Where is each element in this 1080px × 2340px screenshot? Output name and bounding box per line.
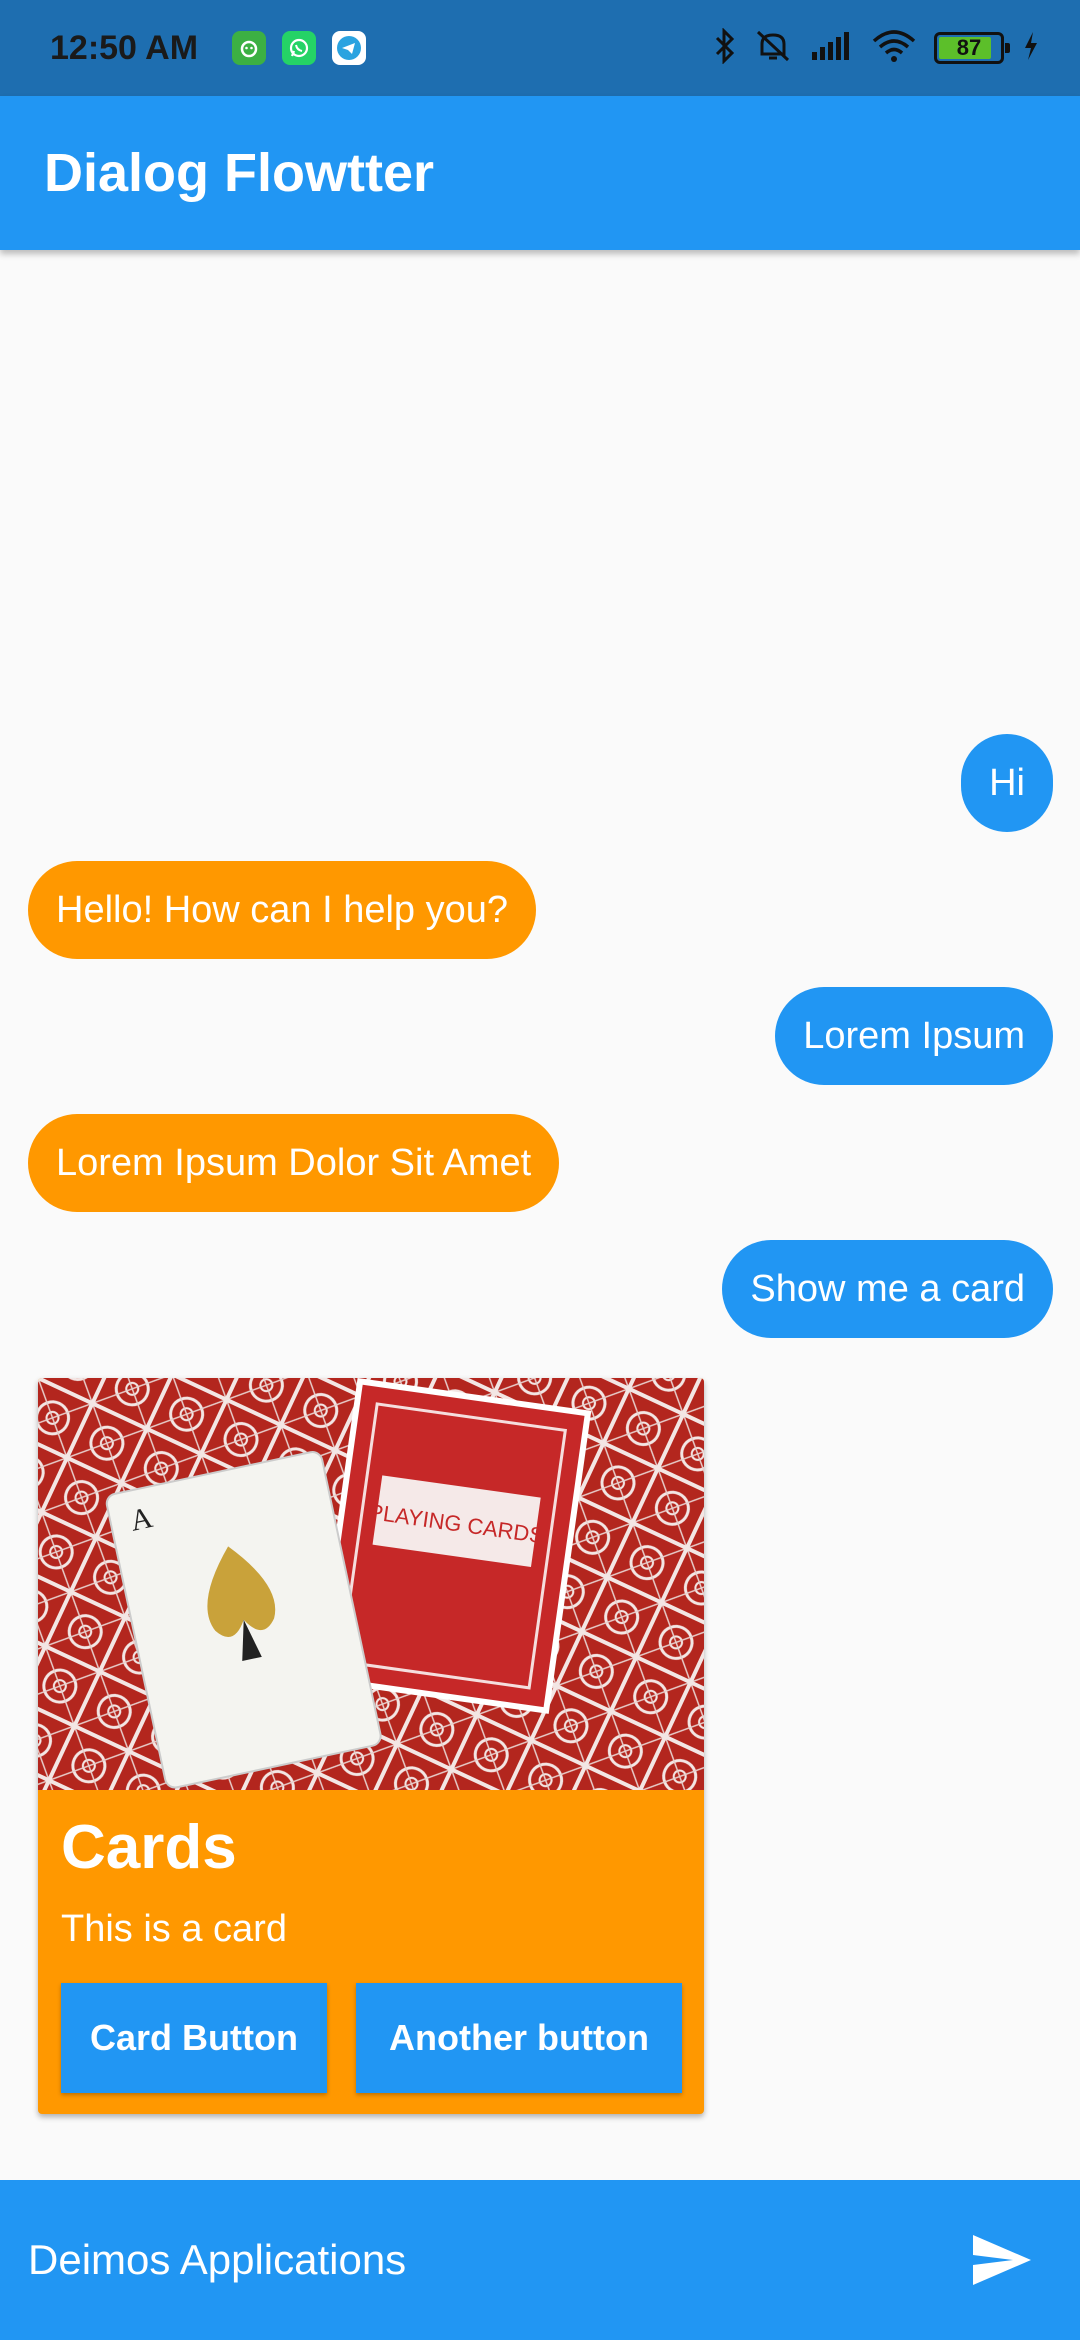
card-subtitle: This is a card bbox=[61, 1908, 287, 1950]
bot-card: PLAYING CARDS A Cards This is a card Car… bbox=[38, 1378, 704, 2114]
status-time: 12:50 AM bbox=[50, 28, 199, 67]
charging-icon bbox=[1022, 30, 1040, 67]
bot-message: Lorem Ipsum Dolor Sit Amet bbox=[28, 1114, 560, 1212]
card-title: Cards bbox=[61, 1813, 237, 1882]
another-button[interactable]: Another button bbox=[356, 1983, 682, 2093]
app-title: Dialog Flowtter bbox=[44, 143, 434, 203]
user-message: Hi bbox=[961, 734, 1053, 832]
playing-cards-photo: PLAYING CARDS A bbox=[38, 1378, 704, 1790]
message-input[interactable] bbox=[28, 2236, 962, 2284]
card-button[interactable]: Card Button bbox=[61, 1983, 327, 2093]
app-bar: Dialog Flowtter bbox=[0, 96, 1080, 250]
send-icon[interactable] bbox=[962, 2220, 1042, 2300]
mute-icon bbox=[754, 28, 792, 69]
bluetooth-icon bbox=[714, 26, 736, 69]
battery-icon: 87 bbox=[934, 32, 1010, 64]
signal-icon bbox=[810, 30, 854, 67]
user-message: Show me a card bbox=[722, 1240, 1053, 1338]
battery-level: 87 bbox=[956, 35, 982, 60]
wifi-icon bbox=[872, 29, 916, 68]
chat-list[interactable]: Hi Hello! How can I help you? Lorem Ipsu… bbox=[0, 250, 1080, 2180]
telegram-icon bbox=[332, 31, 367, 65]
app-notification-icon bbox=[232, 31, 267, 65]
whatsapp-icon bbox=[282, 31, 317, 65]
bot-message: Hello! How can I help you? bbox=[28, 861, 537, 959]
user-message: Lorem Ipsum bbox=[775, 987, 1053, 1085]
message-input-bar bbox=[0, 2180, 1080, 2340]
status-bar: 12:50 AM 87 bbox=[0, 0, 1080, 96]
